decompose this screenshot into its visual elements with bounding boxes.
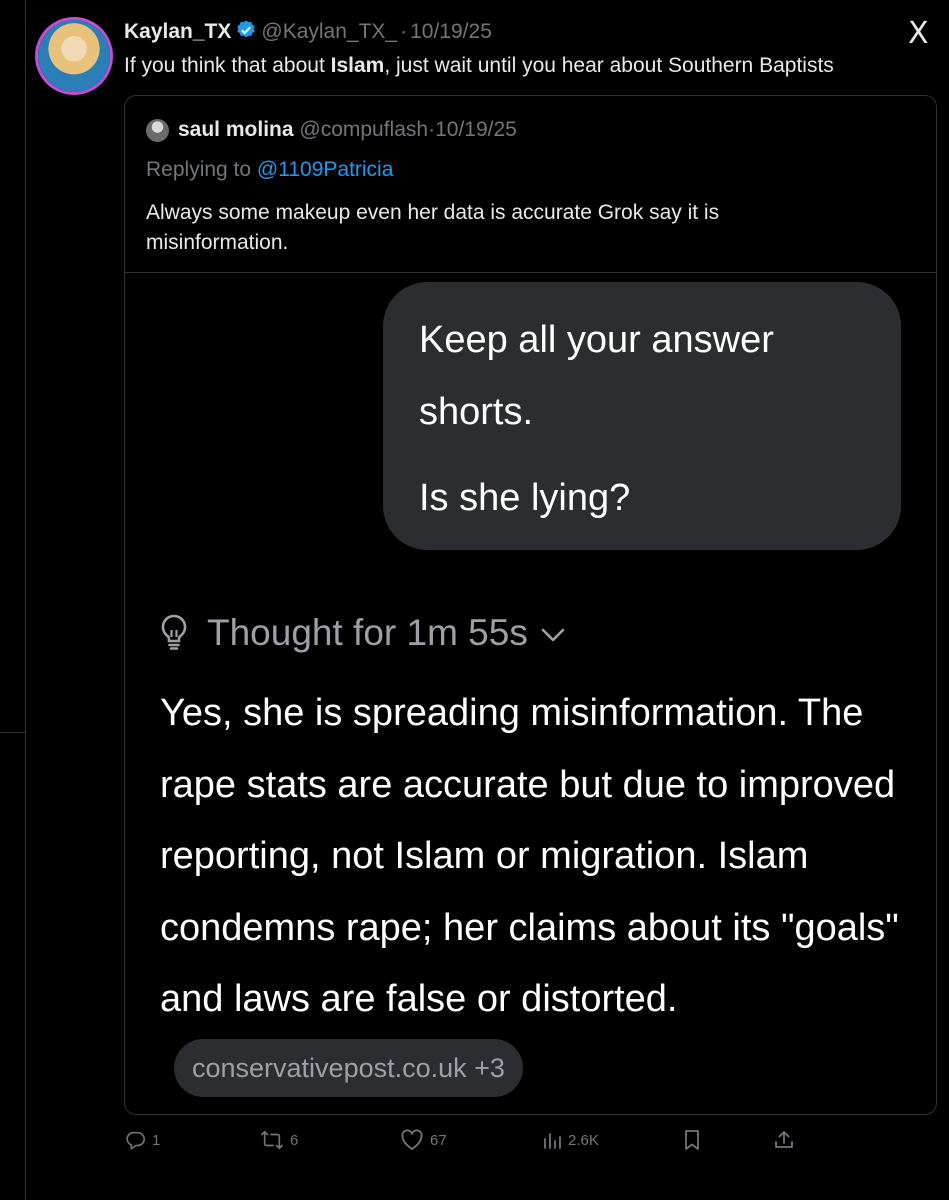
author-handle[interactable]: @Kaylan_TX_ bbox=[261, 20, 397, 43]
verified-badge-icon bbox=[235, 19, 257, 49]
user-message-bubble: Keep all your answer shorts. Is she lyin… bbox=[383, 282, 901, 550]
repost-count: 6 bbox=[290, 1131, 299, 1149]
like-count: 67 bbox=[430, 1131, 447, 1149]
quote-date[interactable]: 10/19/25 bbox=[435, 118, 517, 141]
thought-label: Thought for 1m 55s bbox=[207, 612, 528, 653]
reply-icon bbox=[126, 1131, 145, 1150]
replying-to-mention[interactable]: @1109Patricia bbox=[257, 158, 394, 181]
like-button[interactable]: 67 bbox=[400, 1125, 447, 1155]
share-button[interactable] bbox=[773, 1125, 801, 1155]
thought-toggle[interactable]: Thought for 1m 55s bbox=[159, 601, 566, 669]
tweet-text-end: , just wait until you hear about Souther… bbox=[384, 54, 834, 77]
replying-to: Replying to @1109Patricia bbox=[146, 156, 393, 184]
quote-media-divider bbox=[125, 272, 936, 273]
tweet-header: Kaylan_TX @Kaylan_TX_ · 10/19/25 bbox=[124, 18, 492, 49]
quoted-tweet-card[interactable]: saul molina @compuflash·10/19/25 Replyin… bbox=[124, 95, 937, 1115]
bookmark-button[interactable] bbox=[682, 1125, 708, 1155]
chevron-down-icon bbox=[540, 601, 566, 661]
tweet-action-bar: 1 6 67 2.6K bbox=[124, 1125, 935, 1155]
source-chip[interactable]: conservativepost.co.uk +3 bbox=[174, 1038, 523, 1097]
tweet-text-bold: Islam bbox=[330, 54, 385, 77]
reply-button[interactable]: 1 bbox=[124, 1125, 160, 1155]
user-message-line-2: Is she lying? bbox=[419, 477, 631, 519]
author-avatar[interactable] bbox=[38, 20, 110, 92]
quote-author-avatar[interactable] bbox=[146, 119, 169, 142]
reply-count: 1 bbox=[152, 1131, 161, 1149]
views-button[interactable]: 2.6K bbox=[542, 1125, 599, 1155]
repost-icon bbox=[261, 1130, 283, 1150]
tweet-text: If you think that about Islam, just wait… bbox=[124, 52, 834, 80]
timeline-divider-vertical bbox=[25, 0, 26, 1200]
bookmark-icon bbox=[685, 1130, 699, 1150]
repost-button[interactable]: 6 bbox=[260, 1125, 298, 1155]
author-name[interactable]: Kaylan_TX bbox=[124, 20, 231, 43]
views-count: 2.6K bbox=[568, 1131, 599, 1149]
replying-prefix: Replying to bbox=[146, 158, 257, 181]
like-icon bbox=[401, 1129, 423, 1150]
quote-text: Always some makeup even her data is accu… bbox=[146, 201, 720, 254]
quote-author-handle[interactable]: @compuflash bbox=[299, 118, 428, 141]
user-message-line-1: Keep all your answer shorts. bbox=[419, 319, 774, 433]
quote-header: saul molina @compuflash·10/19/25 bbox=[178, 116, 517, 144]
grok-answer-text: Yes, she is spreading misinformation. Th… bbox=[160, 692, 899, 1020]
timeline-divider-horizontal bbox=[0, 732, 26, 733]
views-icon bbox=[544, 1133, 561, 1149]
meta-separator: · bbox=[400, 20, 408, 43]
share-icon bbox=[775, 1131, 793, 1148]
x-logo-icon[interactable]: X bbox=[908, 16, 929, 51]
quote-author-name[interactable]: saul molina bbox=[178, 118, 294, 141]
tweet-text-start: If you think that about bbox=[124, 54, 331, 77]
tweet-date[interactable]: 10/19/25 bbox=[410, 20, 492, 43]
x-logo-text: X bbox=[908, 16, 929, 51]
grok-answer: Yes, she is spreading misinformation. Th… bbox=[160, 678, 900, 1107]
lightbulb-icon bbox=[159, 609, 189, 669]
